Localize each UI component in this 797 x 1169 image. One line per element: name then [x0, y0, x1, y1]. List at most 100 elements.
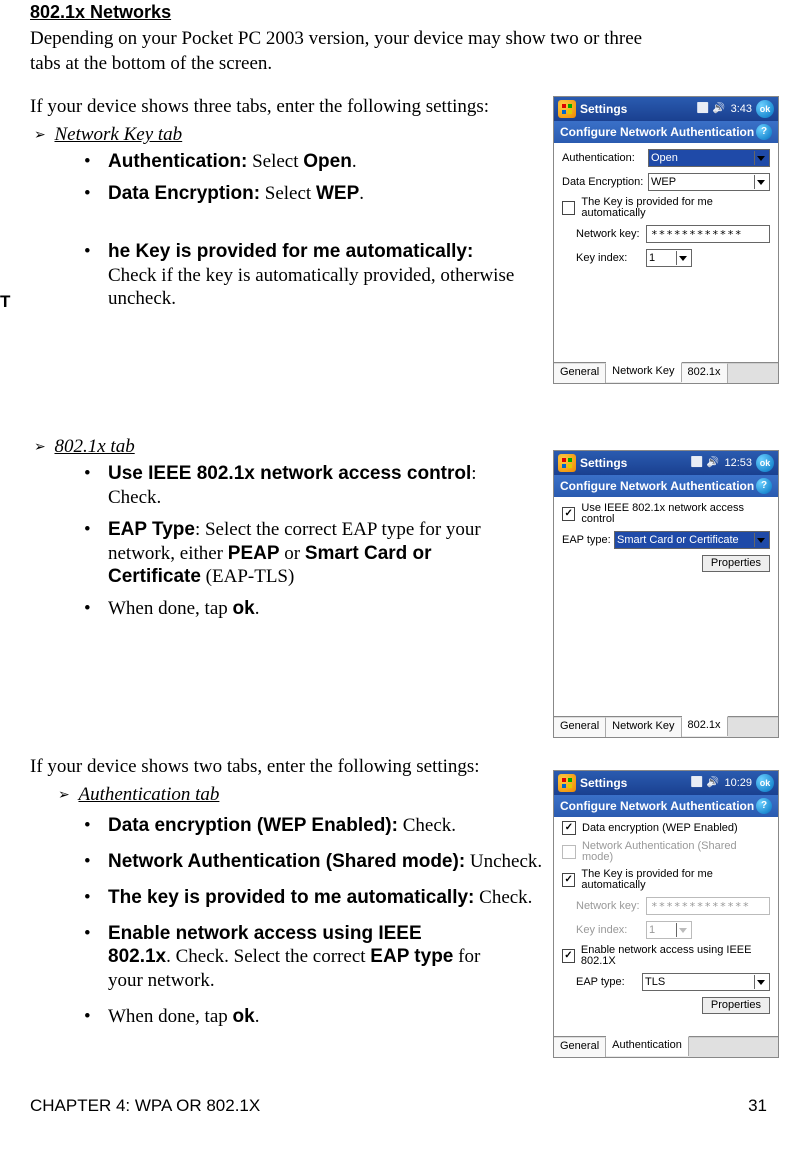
network-key-input: ************* [646, 897, 770, 915]
section-heading: 802.1x Networks [30, 2, 767, 23]
auth-label: Authentication: [562, 153, 648, 164]
window-title-bar: Configure Network Authentication ? [554, 475, 778, 497]
arrow-icon: ➢ [34, 126, 46, 143]
key-index-label: Key index: [562, 925, 646, 936]
clock: 10:29 [724, 778, 752, 789]
auto-key-checkbox[interactable] [562, 201, 575, 215]
8021x-tab-heading: ➢ 802.1x tab [30, 436, 520, 458]
tab-title: 802.1x tab [54, 436, 134, 457]
window-title-bar: Configure Network Authentication ? [554, 121, 778, 143]
stray-t-letter: T [0, 292, 10, 312]
taskbar-title: Settings [580, 457, 627, 469]
taskbar: Settings 3:43 ok [554, 97, 778, 121]
start-icon[interactable] [558, 454, 576, 472]
tab-bar: General Authentication [554, 1036, 778, 1057]
tab-general[interactable]: General [554, 717, 606, 737]
tab-title: Authentication tab [78, 784, 219, 805]
shared-mode-label: Network Authentication (Shared mode) [582, 841, 770, 863]
eap-type-dropdown[interactable]: TLS [642, 973, 770, 991]
help-icon[interactable]: ? [756, 124, 772, 140]
ok-button[interactable]: ok [756, 774, 774, 792]
network-key-label: Network key: [562, 901, 646, 912]
eap-type-dropdown[interactable]: Smart Card or Certificate [614, 531, 770, 549]
start-icon[interactable] [558, 774, 576, 792]
taskbar: Settings 10:29 ok [554, 771, 778, 795]
list-item: Data encryption (WEP Enabled): Check. [84, 814, 548, 838]
two-tabs-lead: If your device shows two tabs, enter the… [30, 756, 550, 778]
list-item: Data Encryption: Select WEP. [84, 182, 520, 206]
window-title-bar: Configure Network Authentication ? [554, 795, 778, 817]
list-item: When done, tap ok. [84, 597, 520, 621]
tab-8021x[interactable]: 802.1x [682, 363, 728, 383]
tab-general[interactable]: General [554, 1037, 606, 1057]
encryption-dropdown[interactable]: WEP [648, 173, 770, 191]
ok-button[interactable]: ok [756, 100, 774, 118]
page-footer: CHAPTER 4: WPA OR 802.1X 31 [30, 1096, 767, 1116]
list-item: When done, tap ok. [84, 1005, 548, 1029]
use-8021x-checkbox[interactable] [562, 507, 575, 521]
wep-label: Data encryption (WEP Enabled) [582, 823, 738, 834]
authentication-tab-heading: ➢ Authentication tab [30, 784, 550, 806]
window-title: Configure Network Authentication [560, 480, 754, 492]
list-item: Network Authentication (Shared mode): Un… [84, 850, 548, 874]
key-index-dropdown: 1 [646, 921, 692, 939]
speaker-icon [706, 777, 718, 789]
speaker-icon [706, 457, 718, 469]
clock: 12:53 [724, 458, 752, 469]
signal-icon [690, 777, 702, 789]
network-key-tab-heading: ➢ Network Key tab [30, 124, 520, 146]
chevron-down-icon [754, 533, 767, 547]
device-screenshot-authentication: Settings 10:29 ok Configure Network Auth… [553, 770, 779, 1058]
network-key-input[interactable]: ************ [646, 225, 770, 243]
chevron-down-icon [676, 923, 689, 937]
chevron-down-icon [676, 251, 689, 265]
tab-authentication[interactable]: Authentication [606, 1036, 689, 1056]
arrow-icon: ➢ [58, 786, 70, 803]
help-icon[interactable]: ? [756, 798, 772, 814]
auto-key-checkbox[interactable] [562, 873, 575, 887]
list-item: The key is provided to me automatically:… [84, 886, 548, 910]
ok-button[interactable]: ok [756, 454, 774, 472]
eap-type-label: EAP type: [562, 977, 642, 988]
auth-dropdown[interactable]: Open [648, 149, 770, 167]
tab-network-key[interactable]: Network Key [606, 362, 681, 382]
help-icon[interactable]: ? [756, 478, 772, 494]
tab-bar: General Network Key 802.1x [554, 716, 778, 737]
tab-bar: General Network Key 802.1x [554, 362, 778, 383]
signal-icon [690, 457, 702, 469]
network-key-label: Network key: [562, 229, 646, 240]
enable-8021x-label: Enable network access using IEEE 802.1X [581, 945, 770, 967]
network-key-bullet-list: Authentication: Select Open. Data Encryp… [84, 150, 520, 311]
tab-title: Network Key tab [54, 124, 182, 145]
tab-8021x[interactable]: 802.1x [682, 716, 728, 736]
taskbar-title: Settings [580, 777, 627, 789]
device-screenshot-network-key: Settings 3:43 ok Configure Network Authe… [553, 96, 779, 384]
list-item: he Key is provided for me automatically:… [84, 240, 520, 311]
footer-page-number: 31 [748, 1096, 767, 1116]
properties-button[interactable]: Properties [702, 997, 770, 1014]
shared-mode-checkbox[interactable] [562, 845, 576, 859]
auto-key-label: The Key is provided for me automatically [581, 869, 770, 891]
footer-chapter: CHAPTER 4: WPA OR 802.1X [30, 1096, 260, 1116]
properties-button[interactable]: Properties [702, 555, 770, 572]
taskbar-title: Settings [580, 103, 627, 115]
list-item: Use IEEE 802.1x network access control: … [84, 462, 520, 510]
window-title: Configure Network Authentication [560, 800, 754, 812]
three-tabs-lead: If your device shows three tabs, enter t… [30, 96, 520, 118]
eap-type-label: EAP type: [562, 535, 614, 546]
chevron-down-icon [754, 975, 767, 989]
tab-network-key[interactable]: Network Key [606, 717, 681, 737]
start-icon[interactable] [558, 100, 576, 118]
encryption-label: Data Encryption: [562, 177, 648, 188]
tab-general[interactable]: General [554, 363, 606, 383]
8021x-bullet-list: Use IEEE 802.1x network access control: … [84, 462, 520, 621]
wep-checkbox[interactable] [562, 821, 576, 835]
arrow-icon: ➢ [34, 438, 46, 455]
chevron-down-icon [754, 175, 767, 189]
list-item: EAP Type: Select the correct EAP type fo… [84, 518, 520, 589]
clock: 3:43 [731, 104, 752, 115]
list-item: Enable network access using IEEE 802.1x.… [84, 922, 488, 993]
key-index-dropdown[interactable]: 1 [646, 249, 692, 267]
speaker-icon [713, 103, 725, 115]
enable-8021x-checkbox[interactable] [562, 949, 575, 963]
